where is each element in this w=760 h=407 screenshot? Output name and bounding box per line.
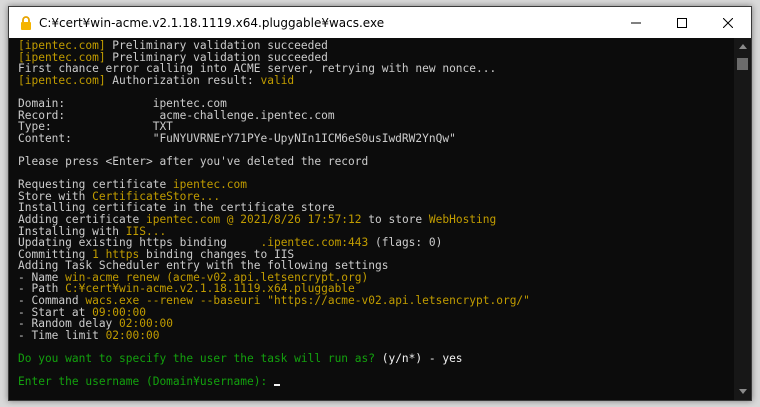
console-line: Please press <Enter> after you've delete… xyxy=(18,156,734,168)
console-text: - Time limit xyxy=(18,328,106,342)
console-line: [ipentec.com] Authorization result: vali… xyxy=(18,73,734,87)
text-cursor xyxy=(273,384,280,387)
console-text: WebHosting xyxy=(428,212,497,226)
window-title: C:¥cert¥win-acme.v2.1.18.1119.x64.plugga… xyxy=(39,15,385,30)
console-text: Content: "FuNYUVRNErY71PYe-UpyNIn1ICM6eS… xyxy=(18,131,456,145)
close-button[interactable] xyxy=(705,7,751,38)
console-text: (flags: 0) xyxy=(368,236,443,250)
scrollbar-thumb[interactable] xyxy=(737,58,748,70)
console-line: Do you want to specify the user the task… xyxy=(18,353,734,365)
padlock-app-icon xyxy=(19,15,33,30)
vertical-scrollbar[interactable] xyxy=(734,38,751,400)
console-line: Content: "FuNYUVRNErY71PYe-UpyNIn1ICM6eS… xyxy=(18,131,734,145)
title-bar[interactable]: C:¥cert¥win-acme.v2.1.18.1119.x64.plugga… xyxy=(9,7,751,38)
arrow-up-icon xyxy=(738,44,747,49)
console-line: Enter the username (Domain¥username): xyxy=(18,376,734,388)
console-text: Please press <Enter> after you've delete… xyxy=(18,154,369,168)
scroll-down-button[interactable] xyxy=(734,383,751,400)
console-text: 02:00:00 xyxy=(105,328,160,342)
console-text: Authorization result: xyxy=(105,73,261,87)
console-text: ipentec.com @ 2021/8/26 17:57:12 xyxy=(145,212,362,226)
arrow-down-icon xyxy=(738,389,747,394)
scroll-up-button[interactable] xyxy=(734,38,751,55)
maximize-icon xyxy=(677,17,687,28)
console-text: [ipentec.com] xyxy=(18,73,106,87)
console-text: wacs.exe --renew --baseuri "https://acme… xyxy=(85,294,530,308)
console-line: - Time limit 02:00:00 xyxy=(18,330,734,342)
close-icon xyxy=(723,17,733,28)
minimize-button[interactable] xyxy=(613,7,659,38)
console-text: (y/n*) - yes xyxy=(374,352,463,366)
minimize-icon xyxy=(631,22,641,23)
maximize-button[interactable] xyxy=(659,7,705,38)
console-text: Enter the username (Domain¥username): xyxy=(18,375,274,389)
console-text: valid xyxy=(260,73,295,87)
console-output[interactable]: [ipentec.com] Preliminary validation suc… xyxy=(9,38,734,400)
console-window: C:¥cert¥win-acme.v2.1.18.1119.x64.plugga… xyxy=(8,6,752,401)
console-text: Do you want to specify the user the task… xyxy=(18,352,375,366)
console-text: to store xyxy=(361,212,429,226)
